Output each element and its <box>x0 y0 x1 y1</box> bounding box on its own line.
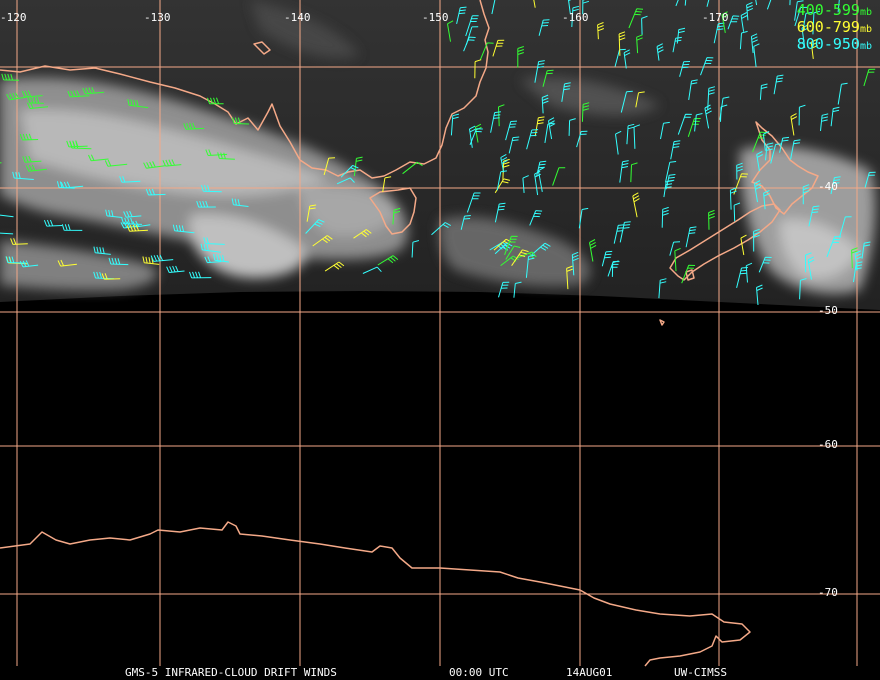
lon-label: -140 <box>284 11 311 24</box>
pressure-legend-800: 800-950mb <box>796 35 872 53</box>
lat-label: -40 <box>818 180 838 193</box>
caption-source: UW-CIMSS <box>674 666 727 679</box>
map-canvas <box>0 0 880 667</box>
lon-label: -130 <box>144 11 171 24</box>
caption-date: 14AUG01 <box>566 666 613 679</box>
lat-label: -70 <box>818 586 838 599</box>
lon-label: -120 <box>0 11 27 24</box>
lon-label: -150 <box>422 11 449 24</box>
lon-label: -170 <box>702 11 729 24</box>
satellite-map: { "map": { "longitude_labels": ["-120","… <box>0 0 880 680</box>
lat-label: -50 <box>818 304 838 317</box>
lon-label: -160 <box>562 11 589 24</box>
image-caption: GMS-5 INFRARED-CLOUD DRIFT WINDS 00:00 U… <box>0 666 880 680</box>
caption-product: GMS-5 INFRARED-CLOUD DRIFT WINDS <box>125 666 337 679</box>
caption-time: 00:00 UTC <box>449 666 509 679</box>
lat-label: -60 <box>818 438 838 451</box>
